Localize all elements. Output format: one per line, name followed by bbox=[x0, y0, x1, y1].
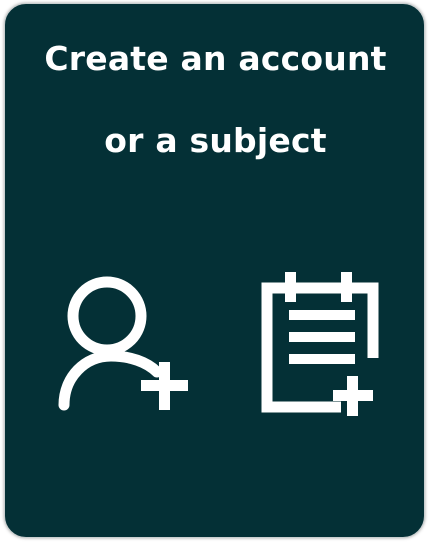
add-subject-icon bbox=[261, 272, 379, 416]
card-title-line1: Create an account bbox=[44, 39, 387, 78]
card-title-line2: or a subject bbox=[104, 121, 327, 160]
add-subject-button[interactable] bbox=[253, 264, 383, 419]
add-account-button[interactable] bbox=[55, 274, 195, 419]
create-card: Create an account or a subject bbox=[4, 3, 425, 538]
add-user-icon bbox=[58, 276, 188, 411]
